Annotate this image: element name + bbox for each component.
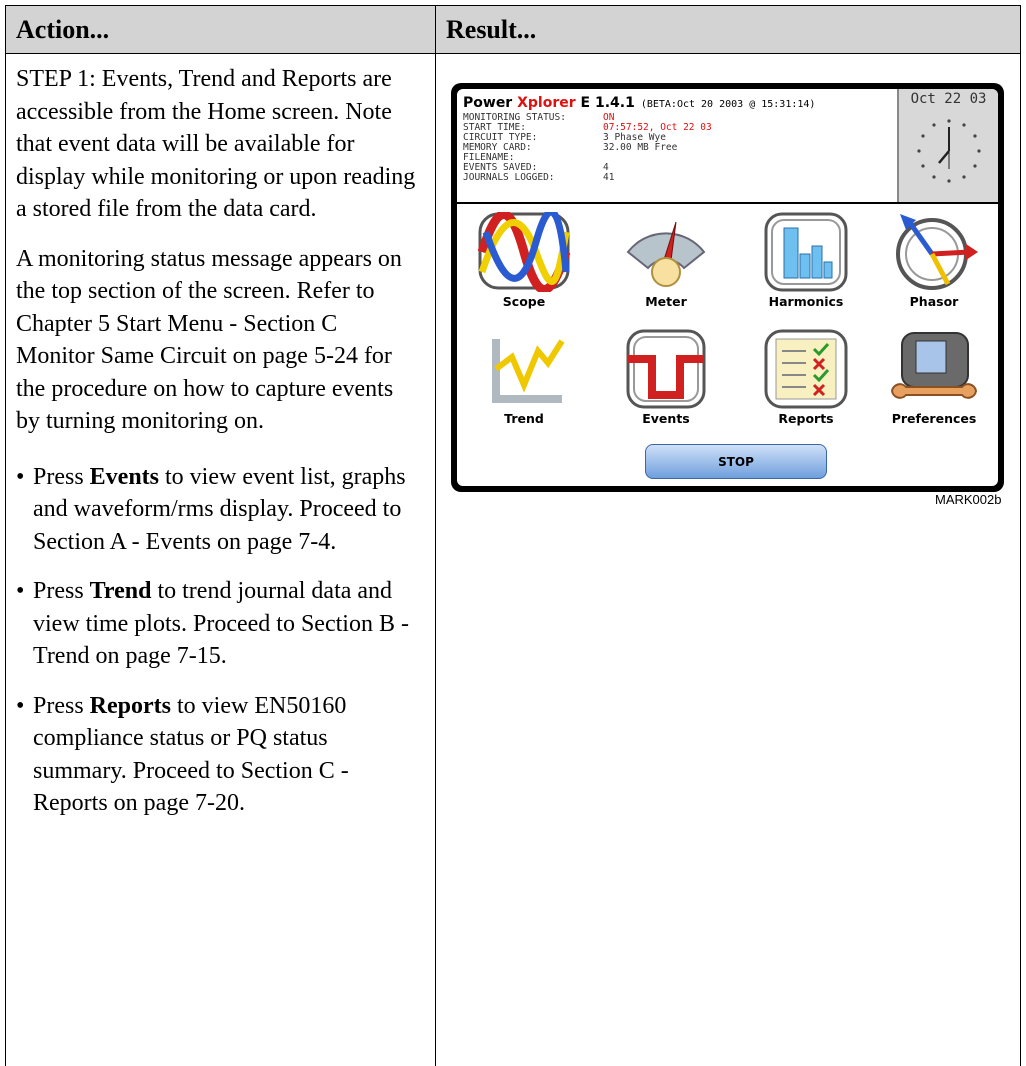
phasor-icon xyxy=(896,214,978,290)
preferences-icon xyxy=(890,332,978,399)
trend-tile[interactable]: Trend xyxy=(465,329,583,426)
events-icon xyxy=(626,329,706,409)
figure-caption: MARK002b xyxy=(935,492,1002,507)
events-tile[interactable]: Events xyxy=(607,329,725,426)
table-header: Action... Result... xyxy=(6,6,1020,54)
bullet-reports: Press Reports to view EN50160 compliance… xyxy=(16,690,421,820)
status-labels: MONITORING STATUS: START TIME: CIRCUIT T… xyxy=(463,112,566,183)
scope-tile[interactable]: Scope xyxy=(465,212,583,309)
device-screenshot: Power Xplorer E 1.4.1 (BETA:Oct 20 2003 … xyxy=(451,83,1004,492)
meter-tile[interactable]: Meter xyxy=(607,212,725,309)
trend-icon xyxy=(492,339,565,403)
status-values: ON 07:57:52, Oct 22 03 3 Phase Wye 32.00… xyxy=(603,112,712,183)
stop-button[interactable]: STOP xyxy=(645,444,827,479)
status-panel: Power Xplorer E 1.4.1 (BETA:Oct 20 2003 … xyxy=(457,89,998,204)
step-paragraph: STEP 1: Events, Trend and Reports are ac… xyxy=(16,66,416,222)
scope-icon xyxy=(477,212,571,292)
column-divider xyxy=(435,6,436,1066)
harmonics-tile[interactable]: Harmonics xyxy=(747,212,865,309)
clock-panel: Oct 22 03 xyxy=(897,89,998,202)
clock-date: Oct 22 03 xyxy=(910,91,987,107)
reports-icon xyxy=(764,329,848,409)
bullet-list: Press Events to view event list, graphs … xyxy=(16,461,421,820)
reports-tile[interactable]: Reports xyxy=(747,329,865,426)
phasor-tile[interactable]: Phasor xyxy=(875,212,993,309)
device-title: Power Xplorer E 1.4.1 (BETA:Oct 20 2003 … xyxy=(463,95,816,111)
harmonics-icon xyxy=(764,212,848,292)
bullet-events: Press Events to view event list, graphs … xyxy=(16,461,421,559)
result-column-header: Result... xyxy=(446,15,537,44)
action-column-header: Action... xyxy=(16,15,110,44)
action-cell: STEP 1: Events, Trend and Reports are ac… xyxy=(16,63,421,837)
clock-icon xyxy=(917,119,981,183)
device-home-screen: Power Xplorer E 1.4.1 (BETA:Oct 20 2003 … xyxy=(457,89,998,486)
meter-icon xyxy=(626,221,706,287)
monitoring-paragraph: A monitoring status message appears on t… xyxy=(16,245,402,435)
bullet-trend: Press Trend to trend journal data and vi… xyxy=(16,575,421,673)
preferences-tile[interactable]: Preferences xyxy=(875,329,993,426)
